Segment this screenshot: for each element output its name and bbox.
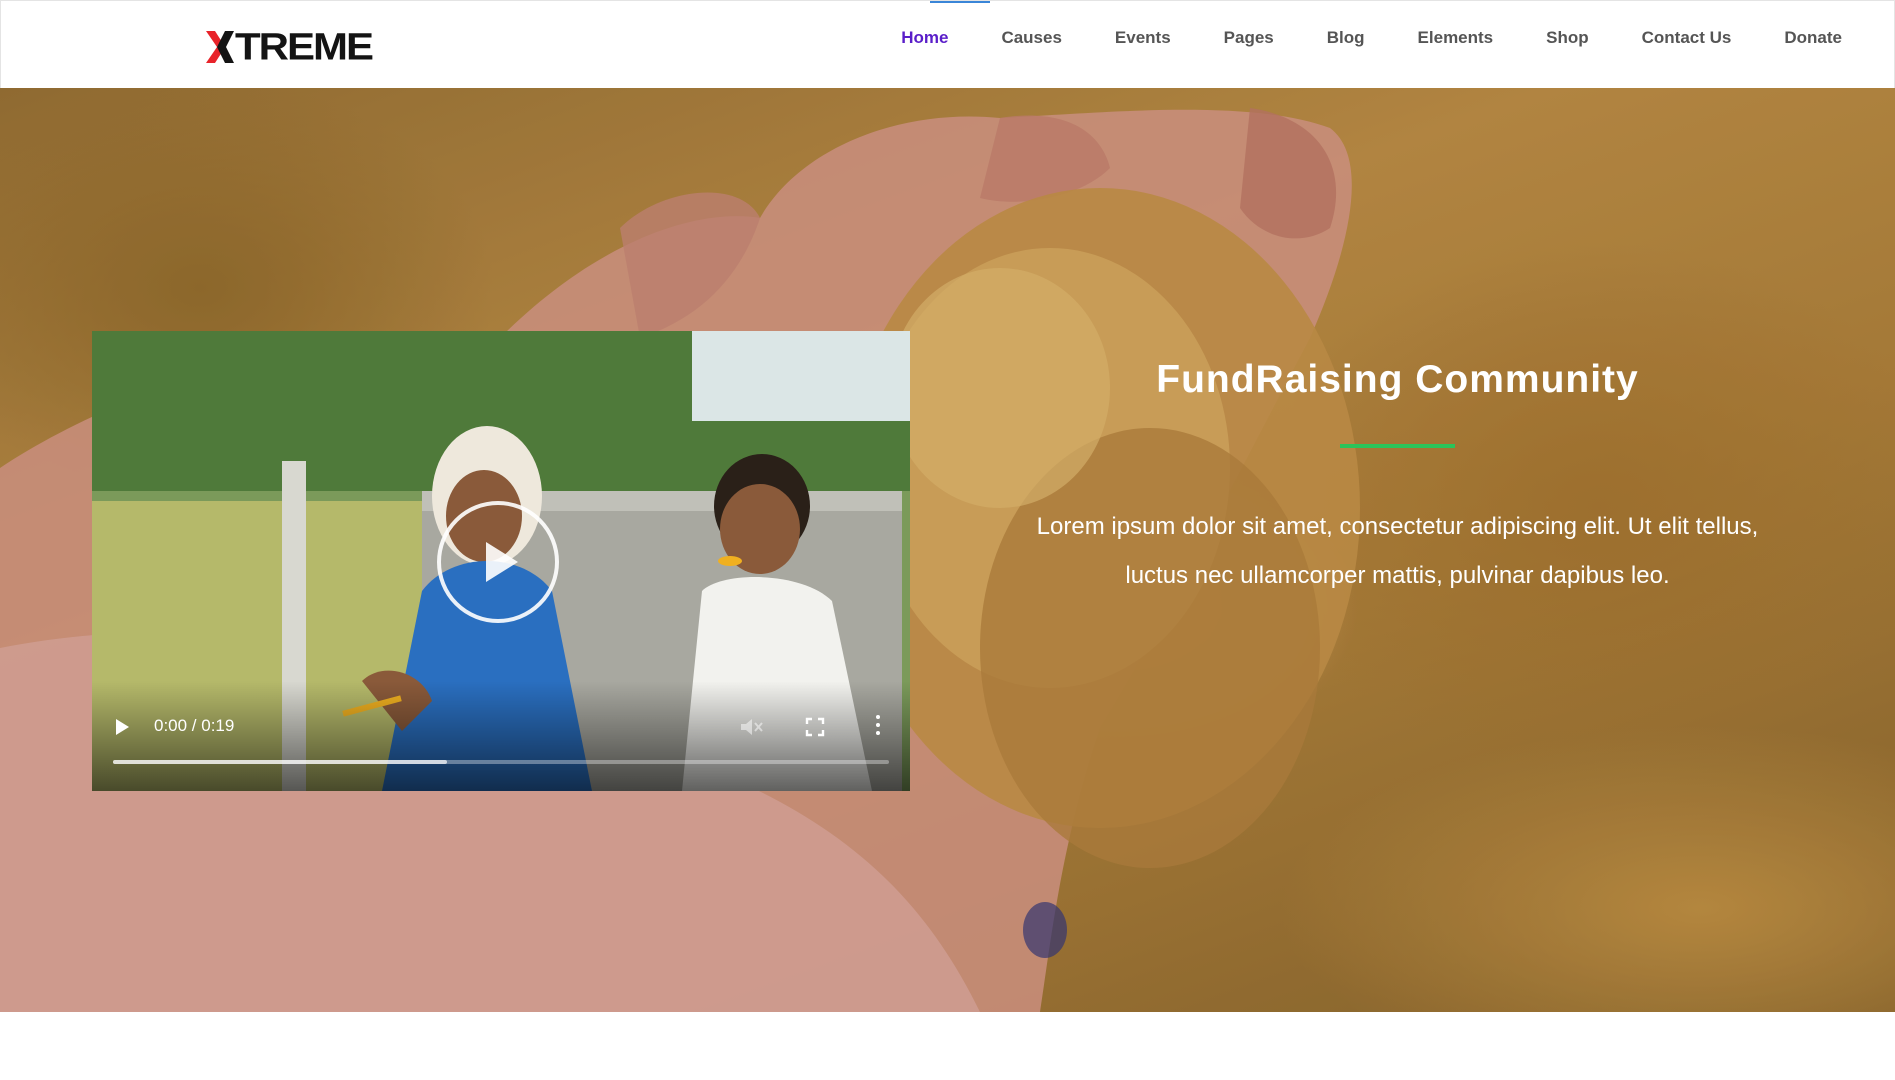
video-buffer-fill (113, 760, 447, 764)
nav-item-donate[interactable]: Donate (1784, 28, 1842, 48)
hero-divider (1340, 444, 1455, 448)
more-options-icon[interactable] (875, 715, 881, 739)
play-icon[interactable] (116, 719, 129, 735)
hero-body-line-1: Lorem ipsum dolor sit amet, consectetur … (1036, 513, 1759, 540)
hero-body-line-2: luctus nec ullamcorper mattis, pulvinar … (1125, 562, 1670, 589)
nav-item-home[interactable]: Home (901, 28, 948, 48)
hero-section: 0:00 / 0:19 FundRaising Community Lorem … (0, 88, 1895, 1012)
mute-icon[interactable] (739, 716, 763, 738)
fullscreen-icon[interactable] (805, 717, 825, 737)
big-play-icon (486, 542, 518, 582)
site-logo[interactable]: TREME (206, 25, 374, 68)
nav-item-causes[interactable]: Causes (1001, 28, 1061, 48)
main-nav: Home Causes Events Pages Blog Elements S… (848, 1, 1894, 75)
nav-item-events[interactable]: Events (1115, 28, 1171, 48)
nav-item-shop[interactable]: Shop (1546, 28, 1589, 48)
hero-text-block: FundRaising Community Lorem ipsum dolor … (985, 358, 1810, 600)
video-player[interactable]: 0:00 / 0:19 (92, 331, 910, 791)
hero-title: FundRaising Community (1156, 358, 1639, 401)
hero-body: Lorem ipsum dolor sit amet, consectetur … (985, 502, 1810, 600)
nav-item-blog[interactable]: Blog (1327, 28, 1365, 48)
big-play-button[interactable] (437, 501, 559, 623)
video-progress-bar[interactable] (113, 760, 889, 764)
site-header: TREME Home Causes Events Pages Blog Elem… (0, 0, 1895, 88)
video-time: 0:00 / 0:19 (154, 716, 235, 735)
logo-x-icon (206, 31, 234, 63)
nav-item-elements[interactable]: Elements (1418, 28, 1494, 48)
controls-shade (92, 681, 910, 791)
nav-item-contact-us[interactable]: Contact Us (1642, 28, 1732, 48)
logo-text: TREME (235, 25, 374, 68)
nav-item-pages[interactable]: Pages (1224, 28, 1274, 48)
